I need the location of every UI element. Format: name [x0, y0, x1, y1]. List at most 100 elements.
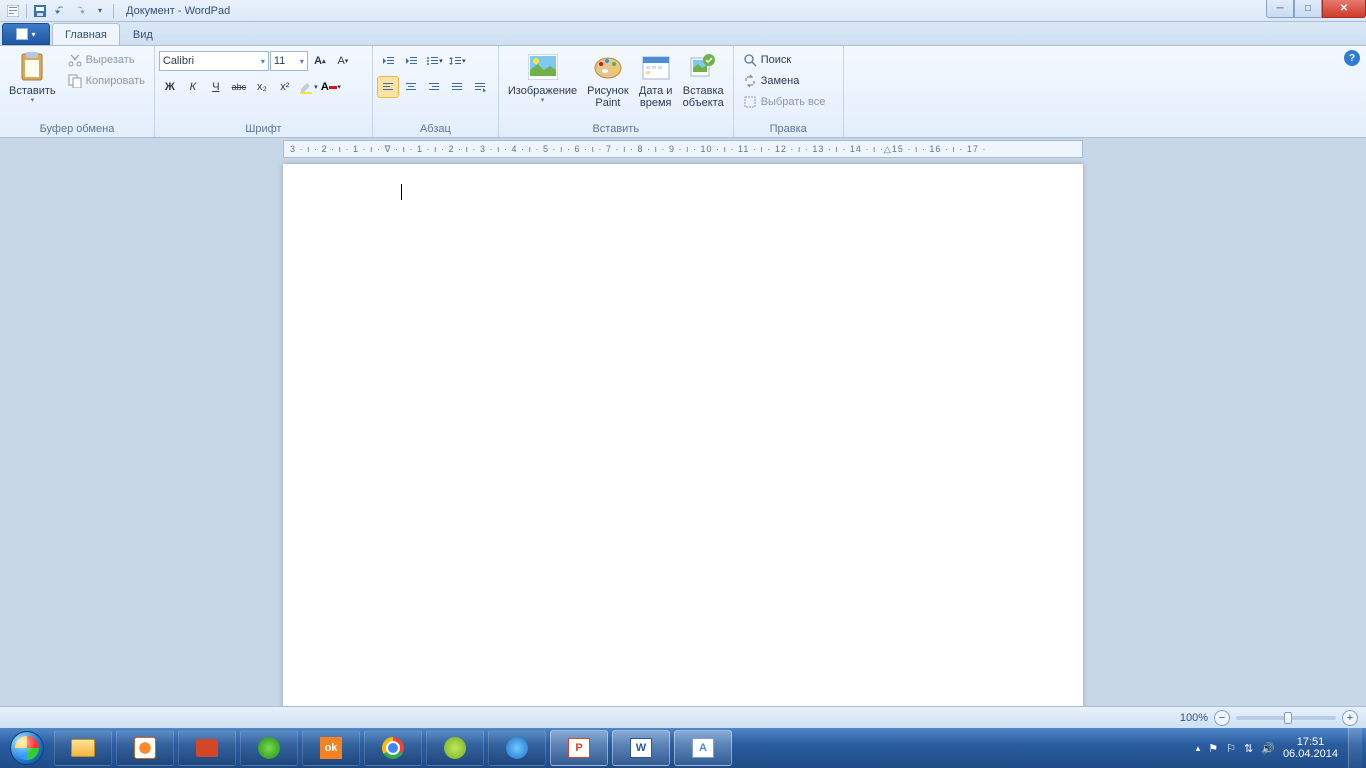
replace-icon [743, 74, 757, 88]
list-button[interactable]: ▾ [423, 50, 445, 72]
align-center-button[interactable] [400, 76, 422, 98]
qat-customize-button[interactable]: ▾ [91, 2, 109, 20]
copy-button[interactable]: Копировать [63, 71, 150, 91]
subscript-button[interactable]: x₂ [251, 76, 273, 98]
maximize-button[interactable]: □ [1294, 0, 1322, 18]
tab-view[interactable]: Вид [120, 23, 166, 45]
font-family-combo[interactable]: Calibri▾ [159, 51, 269, 71]
task-odnoklassniki[interactable]: ok [302, 730, 360, 766]
separator [26, 4, 27, 18]
taskbar: ok P W A ▴ ⚑ ⚐ ⇅ 🔊 17:51 06.04.2014 [0, 728, 1366, 768]
document-icon [16, 28, 28, 40]
clipboard-icon [16, 51, 48, 83]
superscript-button[interactable]: x² [274, 76, 296, 98]
paragraph-dialog-button[interactable] [469, 76, 491, 98]
italic-button[interactable]: К [182, 76, 204, 98]
zoom-out-button[interactable]: − [1214, 710, 1230, 726]
zoom-in-button[interactable]: + [1342, 710, 1358, 726]
select-all-icon [743, 95, 757, 109]
justify-button[interactable] [446, 76, 468, 98]
group-clipboard: Вставить ▾ Вырезать Копировать Буфер обм… [0, 46, 155, 137]
underline-button[interactable]: Ч [205, 76, 227, 98]
align-right-button[interactable] [423, 76, 445, 98]
folder-icon [71, 739, 95, 757]
insert-paint-button[interactable]: Рисунок Paint [582, 48, 634, 112]
replace-label: Замена [761, 75, 800, 87]
replace-button[interactable]: Замена [738, 71, 805, 91]
wordpad-doc-icon: A [692, 738, 714, 758]
zoom-slider[interactable] [1236, 716, 1336, 720]
palette-icon [592, 51, 624, 83]
ie-icon [506, 737, 528, 759]
insert-datetime-button[interactable]: Дата и время [634, 48, 678, 112]
group-paragraph-label: Абзац [377, 121, 494, 137]
zoom-slider-thumb[interactable] [1284, 712, 1292, 724]
insert-object-label: Вставка объекта [683, 85, 724, 109]
powerpoint-icon [196, 739, 218, 757]
font-size-combo[interactable]: 11▾ [270, 51, 308, 71]
tray-network-icon[interactable]: ⇅ [1244, 742, 1253, 755]
help-button[interactable]: ? [1344, 50, 1360, 66]
task-explorer[interactable] [54, 730, 112, 766]
undo-button[interactable] [51, 2, 69, 20]
highlight-color-button[interactable]: ▾ [297, 76, 319, 98]
task-ie[interactable] [488, 730, 546, 766]
tray-flag-icon[interactable]: ⚑ [1208, 742, 1218, 755]
media-player-icon [134, 737, 156, 759]
task-media-player[interactable] [116, 730, 174, 766]
close-button[interactable]: ✕ [1322, 0, 1366, 18]
group-editing: Поиск Замена Выбрать все Правка [734, 46, 844, 137]
calendar-icon [640, 51, 672, 83]
group-font: Calibri▾ 11▾ A▴ A▾ Ж К Ч abc x₂ x² ▾ A▾ … [155, 46, 373, 137]
group-font-label: Шрифт [159, 121, 368, 137]
decrease-indent-button[interactable] [377, 50, 399, 72]
save-button[interactable] [31, 2, 49, 20]
zoom-level: 100% [1180, 712, 1208, 724]
line-spacing-button[interactable]: ▾ [446, 50, 468, 72]
increase-indent-button[interactable] [400, 50, 422, 72]
start-button[interactable] [4, 730, 50, 766]
document-area [0, 160, 1366, 706]
horizontal-ruler[interactable]: 3 · ı · 2 · ı · 1 · ı · ∇ · ı · 1 · ı · … [283, 140, 1083, 158]
cut-label: Вырезать [86, 54, 135, 66]
select-all-button[interactable]: Выбрать все [738, 92, 831, 112]
system-tray: ▴ ⚑ ⚐ ⇅ 🔊 17:51 06.04.2014 [1190, 736, 1344, 760]
task-powerpoint[interactable]: P [550, 730, 608, 766]
document-page[interactable] [283, 164, 1083, 706]
tray-date: 06.04.2014 [1283, 748, 1338, 760]
tab-home[interactable]: Главная [52, 23, 120, 45]
tray-overflow-button[interactable]: ▴ [1196, 743, 1201, 754]
font-color-button[interactable]: A▾ [320, 76, 342, 98]
insert-image-button[interactable]: Изображение ▾ [503, 48, 582, 108]
insert-object-button[interactable]: Вставка объекта [678, 48, 729, 112]
bold-button[interactable]: Ж [159, 76, 181, 98]
text-cursor [401, 184, 402, 200]
tray-clock[interactable]: 17:51 06.04.2014 [1283, 736, 1338, 760]
group-editing-label: Правка [738, 121, 839, 137]
cut-button[interactable]: Вырезать [63, 50, 150, 70]
task-wordpad[interactable]: A [674, 730, 732, 766]
task-powerpoint-pin[interactable] [178, 730, 236, 766]
shrink-font-button[interactable]: A▾ [332, 50, 354, 72]
tray-action-center-icon[interactable]: ⚐ [1226, 742, 1236, 755]
file-menu-button[interactable]: ▾ [2, 23, 50, 45]
paste-button[interactable]: Вставить ▾ [4, 48, 61, 108]
group-clipboard-label: Буфер обмена [4, 121, 150, 137]
show-desktop-button[interactable] [1348, 728, 1362, 768]
grow-font-button[interactable]: A▴ [309, 50, 331, 72]
strike-button[interactable]: abc [228, 76, 250, 98]
chrome-icon [382, 737, 404, 759]
task-leaf-app[interactable] [426, 730, 484, 766]
tray-time: 17:51 [1283, 736, 1338, 748]
image-icon [527, 51, 559, 83]
find-label: Поиск [761, 54, 791, 66]
tray-volume-icon[interactable]: 🔊 [1261, 742, 1275, 755]
find-button[interactable]: Поиск [738, 50, 796, 70]
task-chrome[interactable] [364, 730, 422, 766]
wordpad-icon[interactable] [4, 2, 22, 20]
align-left-button[interactable] [377, 76, 399, 98]
task-word[interactable]: W [612, 730, 670, 766]
task-mail-agent[interactable] [240, 730, 298, 766]
minimize-button[interactable]: ─ [1266, 0, 1294, 18]
redo-button[interactable] [71, 2, 89, 20]
